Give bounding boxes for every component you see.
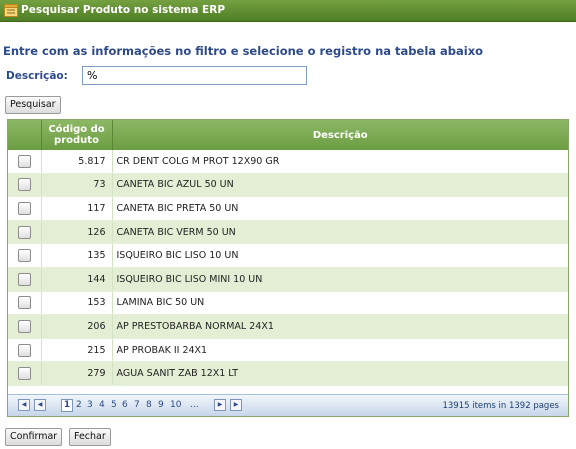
code-header-line1: Código do: [48, 124, 105, 135]
code-cell: 135: [41, 243, 113, 268]
page-link[interactable]: 9: [158, 400, 164, 410]
description-column-header[interactable]: Descrição: [112, 120, 568, 150]
code-cell: 279: [41, 361, 113, 386]
prev-page-icon[interactable]: ◀: [34, 399, 46, 411]
page-link[interactable]: 7: [134, 400, 140, 410]
instructions-text: Entre com as informações no filtro e sel…: [3, 44, 484, 58]
description-cell: AP PRESTOBARBA NORMAL 24X1: [112, 314, 568, 339]
last-page-icon[interactable]: ▶: [230, 399, 242, 411]
code-cell: 144: [41, 267, 113, 292]
select-column-header: [8, 120, 42, 150]
next-page-icon[interactable]: ▶: [214, 399, 226, 411]
title-bar: Pesquisar Produto no sistema ERP: [0, 0, 576, 22]
row-checkbox[interactable]: [17, 178, 31, 192]
description-cell: CANETA BIC PRETA 50 UN: [112, 196, 568, 221]
row-checkbox[interactable]: [17, 225, 31, 239]
table-row[interactable]: 5.817 CR DENT COLG M PROT 12X90 GR: [8, 150, 568, 174]
page-link[interactable]: 4: [99, 400, 105, 410]
table-row[interactable]: 126 CANETA BIC VERM 50 UN: [8, 220, 568, 245]
description-cell: ISQUEIRO BIC LISO 10 UN: [112, 243, 568, 268]
confirm-button[interactable]: Confirmar: [5, 428, 63, 446]
page-link[interactable]: 3: [87, 400, 93, 410]
code-cell: 126: [41, 220, 113, 245]
row-checkbox[interactable]: [17, 319, 31, 333]
description-cell: AP PROBAK II 24X1: [112, 338, 568, 363]
row-checkbox[interactable]: [17, 201, 31, 215]
description-cell: CANETA BIC VERM 50 UN: [112, 220, 568, 245]
table-row[interactable]: 144 ISQUEIRO BIC LISO MINI 10 UN: [8, 267, 568, 292]
pager-info: 13915 items in 1392 pages: [442, 401, 559, 411]
code-cell: 5.817: [41, 150, 113, 174]
row-checkbox[interactable]: [17, 343, 31, 357]
row-select-cell: [8, 243, 42, 268]
row-checkbox[interactable]: [17, 249, 31, 263]
row-select-cell: [8, 338, 42, 363]
description-cell: CR DENT COLG M PROT 12X90 GR: [112, 150, 568, 174]
products-table: Código do produto Descrição 5.817 CR DENT …: [8, 120, 568, 386]
description-cell: CANETA BIC AZUL 50 UN: [112, 173, 568, 198]
row-select-cell: [8, 361, 42, 386]
code-header-line2: produto: [54, 135, 99, 146]
close-button[interactable]: Fechar: [69, 428, 111, 446]
table-row[interactable]: 206 AP PRESTOBARBA NORMAL 24X1: [8, 314, 568, 339]
row-checkbox[interactable]: [17, 154, 31, 168]
code-cell: 206: [41, 314, 113, 339]
pager: ◀ ◀ 1 2 3 4 5 6 7 8 9 10 ... ▶ ▶ 13915 i…: [8, 394, 568, 416]
table-row[interactable]: 117 CANETA BIC PRETA 50 UN: [8, 196, 568, 221]
description-label: Descrição:: [6, 70, 68, 82]
page-link[interactable]: ...: [190, 400, 199, 410]
page-link[interactable]: 10: [170, 400, 181, 410]
code-cell: 153: [41, 291, 113, 316]
code-cell: 215: [41, 338, 113, 363]
window-icon: [4, 4, 18, 17]
row-checkbox[interactable]: [17, 296, 31, 310]
code-column-header[interactable]: Código do produto: [41, 120, 113, 150]
row-checkbox[interactable]: [17, 272, 31, 286]
code-cell: 73: [41, 173, 113, 198]
page-link[interactable]: 5: [111, 400, 117, 410]
description-input[interactable]: [82, 66, 307, 85]
search-button[interactable]: Pesquisar: [5, 96, 61, 114]
row-select-cell: [8, 267, 42, 292]
description-cell: ISQUEIRO BIC LISO MINI 10 UN: [112, 267, 568, 292]
page-current[interactable]: 1: [61, 399, 73, 412]
table-row[interactable]: 135 ISQUEIRO BIC LISO 10 UN: [8, 243, 568, 268]
table-row[interactable]: 215 AP PROBAK II 24X1: [8, 338, 568, 363]
page-link[interactable]: 6: [122, 400, 128, 410]
row-select-cell: [8, 173, 42, 198]
row-select-cell: [8, 220, 42, 245]
table-header-row: Código do produto Descrição: [8, 120, 568, 150]
code-cell: 117: [41, 196, 113, 221]
products-grid: Código do produto Descrição 5.817 CR DENT …: [7, 119, 569, 417]
row-select-cell: [8, 291, 42, 316]
row-select-cell: [8, 196, 42, 221]
table-row[interactable]: 73 CANETA BIC AZUL 50 UN: [8, 173, 568, 198]
table-row[interactable]: 153 LAMINA BIC 50 UN: [8, 291, 568, 316]
row-select-cell: [8, 314, 42, 339]
row-checkbox[interactable]: [17, 367, 31, 381]
page-link[interactable]: 8: [146, 400, 152, 410]
first-page-icon[interactable]: ◀: [18, 399, 30, 411]
description-cell: AGUA SANIT ZAB 12X1 LT: [112, 361, 568, 386]
row-select-cell: [8, 150, 42, 174]
table-row[interactable]: 279 AGUA SANIT ZAB 12X1 LT: [8, 361, 568, 386]
window-title: Pesquisar Produto no sistema ERP: [21, 4, 226, 16]
description-cell: LAMINA BIC 50 UN: [112, 291, 568, 316]
page-link[interactable]: 2: [76, 400, 82, 410]
